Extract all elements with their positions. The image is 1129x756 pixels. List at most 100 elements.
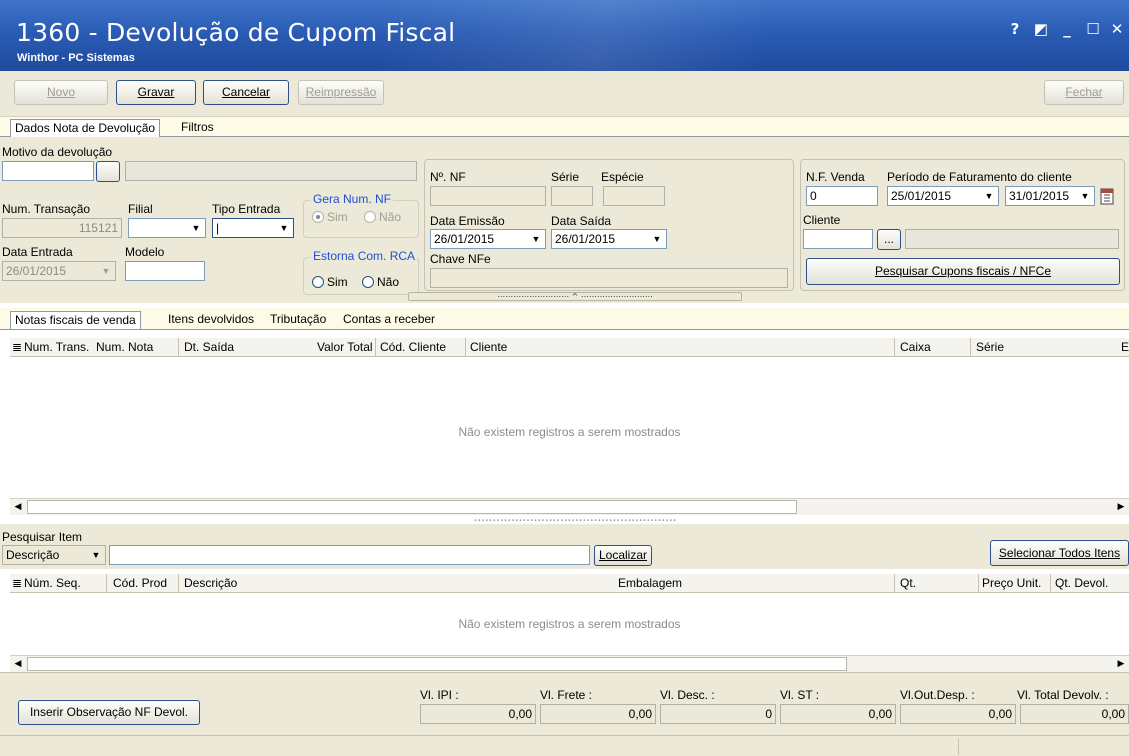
grid1-scrollbar[interactable]: ◀ ▶ (10, 498, 1129, 515)
grid2-empty-message: Não existem registros a serem mostrados (458, 617, 681, 631)
close-icon[interactable]: ✕ (1106, 20, 1128, 38)
grid2-body: Não existem registros a serem mostrados (10, 593, 1129, 655)
grid1-col[interactable]: Valor Total (317, 340, 373, 354)
window-subtitle: Winthor - PC Sistemas (17, 52, 135, 64)
grid2-col[interactable]: Cód. Prod (113, 576, 167, 590)
motivo-code-input[interactable] (2, 161, 94, 181)
nf-field (430, 186, 546, 206)
grid2-col[interactable]: Qt. (900, 576, 916, 590)
scroll-left-icon[interactable]: ◀ (10, 657, 26, 671)
grid1-col[interactable]: Num. Nota (96, 340, 153, 354)
num-transacao-field: 115121 (2, 218, 122, 238)
nf-venda-label: N.F. Venda (806, 170, 865, 184)
grid1-col[interactable]: Cód. Cliente (380, 340, 446, 354)
periodo-inicio-field[interactable]: 25/01/2015 ▼ (887, 186, 999, 206)
maximize-icon[interactable]: ☐ (1082, 20, 1104, 38)
grid2-col[interactable]: Preço Unit. (982, 576, 1041, 590)
periodo-fim-field[interactable]: 31/01/2015 ▼ (1005, 186, 1095, 206)
tipo-entrada-select[interactable]: | ▼ (212, 218, 294, 238)
reimpressao-button[interactable]: Reimpressão (298, 80, 384, 105)
lower-tabs: Notas fiscais de venda Itens devolvidos … (0, 308, 1129, 330)
grid2-header: ≣ Núm. Seq. Cód. Prod Descrição Embalage… (10, 574, 1129, 593)
grid2-col[interactable]: Núm. Seq. (24, 576, 81, 590)
data-saida-label: Data Saída (551, 214, 612, 228)
gera-num-nf-nao-radio[interactable]: Não (364, 210, 401, 224)
motivo-label: Motivo da devolução (2, 145, 113, 159)
chevron-down-icon: ▼ (91, 550, 101, 560)
serie-field (551, 186, 593, 206)
toolbar: Novo Gravar Cancelar Reimpressão Fechar (0, 71, 1129, 117)
grid1-body: Não existem registros a serem mostrados (10, 357, 1129, 498)
scroll-left-icon[interactable]: ◀ (10, 500, 26, 514)
localizar-button[interactable]: Localizar (594, 545, 652, 566)
gera-num-nf-sim-radio[interactable]: Sim (312, 210, 348, 224)
grid1-col[interactable]: E (1121, 340, 1129, 354)
tab-itens-devolvidos[interactable]: Itens devolvidos (164, 311, 258, 329)
help-icon[interactable]: ? (1004, 20, 1026, 38)
tab-tributacao[interactable]: Tributação (266, 311, 330, 329)
grid2-col[interactable]: Descrição (184, 576, 237, 590)
scroll-right-icon[interactable]: ▶ (1113, 657, 1129, 671)
motivo-search-button[interactable] (96, 161, 120, 182)
periodo-label: Período de Faturamento do cliente (887, 170, 1072, 184)
modelo-input[interactable] (125, 261, 205, 281)
modelo-label: Modelo (125, 245, 165, 259)
data-emissao-field[interactable]: 26/01/2015 ▼ (430, 229, 546, 249)
num-transacao-label: Num. Transação (2, 202, 91, 216)
vl-ipi-label: Vl. IPI : (420, 688, 459, 702)
vl-total-label: Vl. Total Devolv. : (1017, 688, 1109, 702)
filial-label: Filial (128, 202, 153, 216)
scroll-right-icon[interactable]: ▶ (1113, 500, 1129, 514)
vl-total-field: 0,00 (1020, 704, 1129, 724)
calendar-icon[interactable] (1097, 186, 1117, 206)
vl-out-desp-label: Vl.Out.Desp. : (900, 688, 975, 702)
grid2-col[interactable]: Qt. Devol. (1055, 576, 1108, 590)
grid1-col[interactable]: Caixa (900, 340, 931, 354)
vl-desc-field: 0 (660, 704, 776, 724)
estorna-com-rca-legend: Estorna Com. RCA (311, 249, 418, 263)
scroll-thumb[interactable] (27, 500, 797, 514)
chave-nfe-field (430, 268, 788, 288)
grid1-col[interactable]: Cliente (470, 340, 507, 354)
gravar-button[interactable]: Gravar (116, 80, 196, 105)
data-saida-field[interactable]: 26/01/2015 ▼ (551, 229, 667, 249)
scroll-thumb[interactable] (27, 657, 847, 671)
restore-icon[interactable]: ◩ (1030, 20, 1052, 38)
tab-contas-receber[interactable]: Contas a receber (339, 311, 439, 329)
status-bar (0, 735, 1129, 756)
estorna-sim-radio[interactable]: Sim (312, 275, 348, 289)
search-input[interactable] (109, 545, 590, 565)
tab-filtros[interactable]: Filtros (177, 119, 218, 137)
top-tabs: Dados Nota de Devolução Filtros (0, 117, 1129, 137)
pesquisar-cupons-button[interactable]: Pesquisar Cupons fiscais / NFCe (806, 258, 1120, 285)
vl-frete-field: 0,00 (540, 704, 656, 724)
grid-options-icon[interactable]: ≣ (12, 340, 22, 354)
novo-button[interactable]: Novo (14, 80, 108, 105)
minimize-icon[interactable]: _ (1056, 20, 1078, 38)
inserir-observacao-button[interactable]: Inserir Observação NF Devol. (18, 700, 200, 725)
grid1-col[interactable]: Num. Trans. (24, 340, 89, 354)
selecionar-todos-button[interactable]: Selecionar Todos Itens (990, 540, 1129, 566)
data-entrada-label: Data Entrada (2, 245, 73, 259)
fechar-button[interactable]: Fechar (1044, 80, 1124, 105)
grid2-col[interactable]: Embalagem (618, 576, 682, 590)
grid1-col[interactable]: Dt. Saída (184, 340, 234, 354)
chevron-down-icon: ▼ (652, 234, 662, 244)
chave-nfe-label: Chave NFe (430, 252, 491, 266)
tab-dados-nota[interactable]: Dados Nota de Devolução (10, 119, 161, 137)
cliente-code-input[interactable] (803, 229, 873, 249)
tab-notas-fiscais[interactable]: Notas fiscais de venda (10, 311, 141, 329)
cancelar-button[interactable]: Cancelar (203, 80, 289, 105)
splitter-handle[interactable]: ⋯⋯⋯⋯⋯⋯⋯⋯⋯ ^ ⋯⋯⋯⋯⋯⋯⋯⋯⋯ (408, 292, 742, 301)
search-field-select[interactable]: Descrição ▼ (2, 545, 106, 565)
grid2-scrollbar[interactable]: ◀ ▶ (10, 655, 1129, 672)
estorna-nao-radio[interactable]: Não (362, 275, 399, 289)
especie-label: Espécie (601, 170, 644, 184)
vl-st-label: Vl. ST : (780, 688, 820, 702)
filial-select[interactable]: ▼ (128, 218, 206, 238)
cliente-search-button[interactable]: ... (877, 229, 901, 250)
grid-options-icon[interactable]: ≣ (12, 576, 22, 590)
chevron-down-icon: ▼ (984, 191, 994, 201)
grid1-col[interactable]: Série (976, 340, 1004, 354)
nf-venda-input[interactable]: 0 (806, 186, 878, 206)
